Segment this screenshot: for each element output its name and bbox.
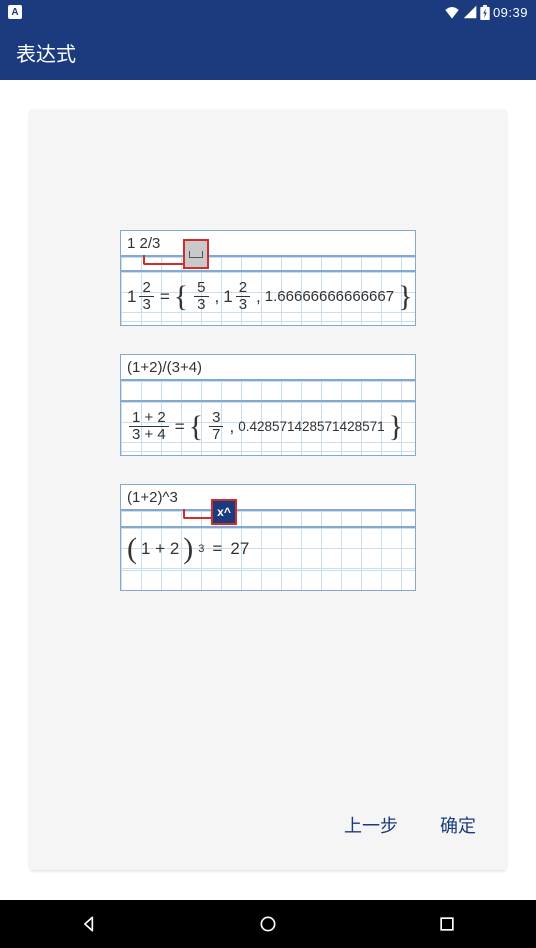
badge-connector [183,509,211,519]
app-title: 表达式 [16,38,76,67]
example-input-3: (1+2)^3 x^ [121,485,415,511]
dialog-buttons: 上一步 确定 [30,788,506,870]
power-key-badge: x^ [211,499,237,525]
status-time: 09:39 [493,5,528,20]
content-area: 1 2/3 123 = { 53 , 123 , [0,80,536,900]
example-block-3: (1+2)^3 x^ ( 1 + 2 )3 = 27 [120,484,416,591]
ok-button[interactable]: 确定 [434,804,482,846]
status-app-icon: A [8,5,22,19]
app-bar: 表达式 [0,24,536,80]
recent-icon [437,914,457,934]
system-nav-bar [0,900,536,948]
example-block-1: 1 2/3 123 = { 53 , 123 , [120,230,416,326]
example-input-2: (1+2)/(3+4) [121,355,415,381]
battery-charging-icon [480,5,490,20]
wifi-icon [444,5,460,19]
home-icon [258,914,278,934]
home-button[interactable] [256,912,280,936]
example-result-3: ( 1 + 2 )3 = 27 [121,527,415,570]
example-result-2: 1 + 23 + 4 = { 37 , 0.428571428571428571… [121,401,415,451]
badge-connector [143,255,183,265]
example-input-1: 1 2/3 [121,231,415,257]
recent-button[interactable] [435,912,459,936]
tutorial-card: 1 2/3 123 = { 53 , 123 , [30,110,506,870]
example-block-2: (1+2)/(3+4) 1 + 23 + 4 = { 37 , 0.428571… [120,354,416,456]
space-key-badge [183,239,209,269]
back-button[interactable] [77,912,101,936]
prev-button[interactable]: 上一步 [338,804,404,846]
signal-icon [463,5,477,19]
back-icon [79,914,99,934]
example-result-1: 123 = { 53 , 123 , 1.66666666666667 } [121,271,415,321]
status-bar: A 09:39 [0,0,536,24]
space-icon [189,251,203,258]
examples-container: 1 2/3 123 = { 53 , 123 , [30,110,506,788]
